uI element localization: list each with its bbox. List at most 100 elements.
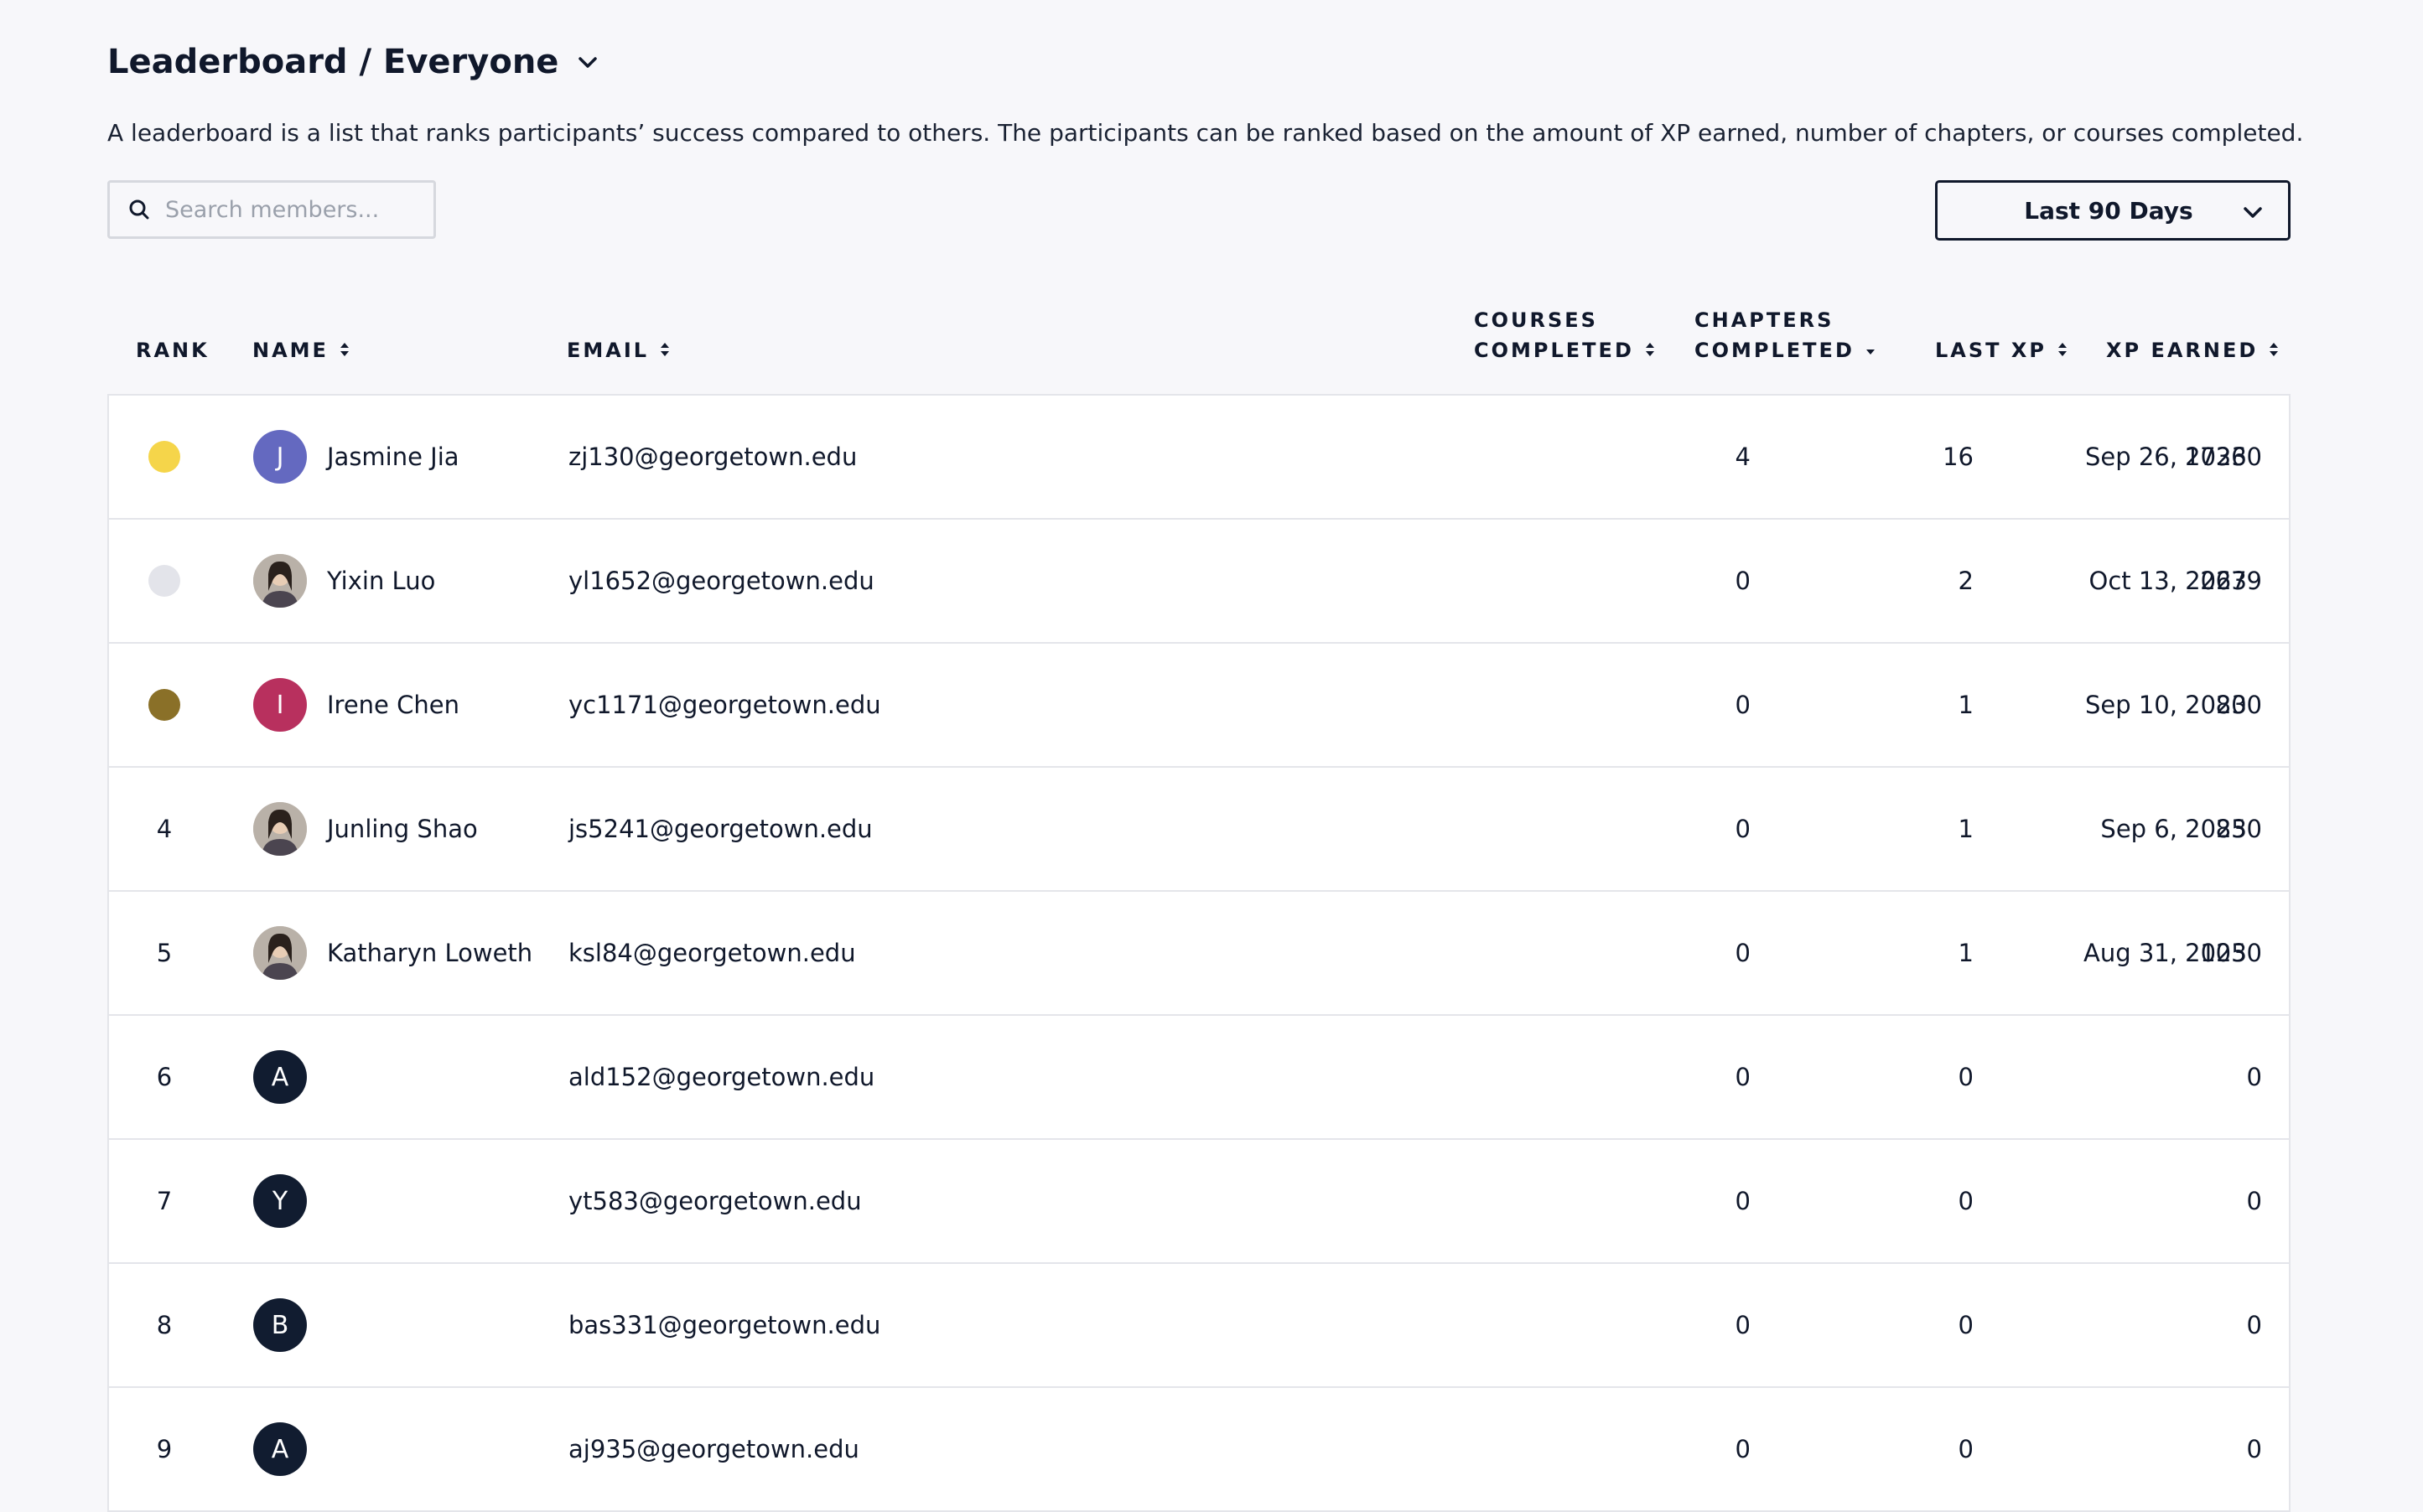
- member-name: Irene Chen: [327, 691, 459, 719]
- chapters-completed: 16: [1943, 443, 1974, 471]
- member-email: zj130@georgetown.edu: [568, 443, 858, 471]
- rank-cell: [137, 396, 191, 518]
- rank-cell: 7: [156, 1187, 173, 1215]
- sort-icon[interactable]: [1644, 340, 1656, 359]
- column-header-last-xp[interactable]: LAST XP: [1935, 335, 2068, 365]
- member-email: ald152@georgetown.edu: [568, 1063, 875, 1091]
- avatar-cell: A: [253, 1016, 307, 1138]
- courses-completed: 0: [1735, 691, 1751, 719]
- avatar: A: [253, 1422, 307, 1476]
- chapters-completed: 0: [1958, 1187, 1974, 1215]
- avatar: I: [253, 678, 307, 732]
- courses-completed: 0: [1735, 1311, 1751, 1339]
- courses-completed: 4: [1735, 443, 1751, 471]
- courses-completed: 0: [1735, 1187, 1751, 1215]
- rank-cell: [137, 520, 191, 642]
- avatar-photo: [253, 926, 307, 980]
- sort-icon[interactable]: [339, 340, 350, 359]
- column-label: COMPLETED: [1474, 339, 1634, 362]
- table-row[interactable]: J Jasmine Jia zj130@georgetown.edu 4 16 …: [109, 396, 2289, 520]
- chapters-completed: 1: [1958, 815, 1974, 843]
- person-photo-icon: [253, 926, 307, 980]
- avatar-cell: Y: [253, 1140, 307, 1262]
- table-row[interactable]: I Irene Chen yc1171@georgetown.edu 0 1 S…: [109, 644, 2289, 768]
- column-header-name[interactable]: NAME: [252, 335, 350, 365]
- column-label: NAME: [252, 339, 329, 362]
- courses-completed: 0: [1735, 1435, 1751, 1463]
- sort-icon[interactable]: [659, 340, 671, 359]
- chapters-completed: 2: [1958, 567, 1974, 595]
- person-photo-icon: [253, 802, 307, 856]
- column-label: COMPLETED: [1694, 339, 1855, 362]
- gold-medal-icon: [148, 441, 180, 473]
- rank-cell: [137, 644, 191, 766]
- avatar: Y: [253, 1174, 307, 1228]
- column-header-email[interactable]: EMAIL: [567, 335, 671, 365]
- member-email: bas331@georgetown.edu: [568, 1311, 881, 1339]
- xp-earned: 850: [2215, 815, 2262, 843]
- column-header-courses[interactable]: COURSES COMPLETED: [1474, 305, 1656, 365]
- column-label: EMAIL: [567, 339, 650, 362]
- column-label: CHAPTERS: [1694, 308, 1834, 332]
- chapters-completed: 1: [1958, 939, 1974, 967]
- search-input[interactable]: [163, 195, 418, 224]
- table-header: RANK NAME EMAIL COURSES COMPLETED CHAPTE…: [107, 302, 2291, 394]
- member-name: Junling Shao: [327, 815, 478, 843]
- period-label: Last 90 Days: [2024, 196, 2193, 225]
- page-header: Leaderboard / Everyone: [107, 39, 599, 85]
- xp-earned: 1050: [2200, 939, 2262, 967]
- avatar-photo: [253, 554, 307, 608]
- table-row[interactable]: 9 A aj935@georgetown.edu 0 0 0: [109, 1388, 2289, 1512]
- member-name: Katharyn Loweth: [327, 939, 533, 967]
- silver-medal-icon: [148, 565, 180, 597]
- rank-cell: 8: [156, 1311, 173, 1339]
- courses-completed: 0: [1735, 1063, 1751, 1091]
- xp-earned: 800: [2215, 691, 2262, 719]
- table-row[interactable]: 5 Katharyn Loweth ksl84@georgetown.edu 0…: [109, 892, 2289, 1016]
- sort-icon[interactable]: [2057, 340, 2068, 359]
- rank-cell: 4: [156, 815, 173, 843]
- avatar-cell: [253, 520, 307, 642]
- table-row[interactable]: 8 B bas331@georgetown.edu 0 0 0: [109, 1264, 2289, 1388]
- member-email: yt583@georgetown.edu: [568, 1187, 862, 1215]
- member-name: Yixin Luo: [327, 567, 436, 595]
- avatar: B: [253, 1298, 307, 1352]
- courses-completed: 0: [1735, 815, 1751, 843]
- sort-desc-icon[interactable]: [1865, 340, 1876, 359]
- column-label: RANK: [136, 339, 210, 362]
- table-row[interactable]: 6 A ald152@georgetown.edu 0 0 0: [109, 1016, 2289, 1140]
- sort-icon[interactable]: [2268, 340, 2280, 359]
- member-email: yl1652@georgetown.edu: [568, 567, 874, 595]
- xp-earned: 0: [2246, 1187, 2262, 1215]
- table-row[interactable]: Yixin Luo yl1652@georgetown.edu 0 2 Oct …: [109, 520, 2289, 644]
- avatar-cell: A: [253, 1388, 307, 1510]
- table-row[interactable]: 4 Junling Shao js5241@georgetown.edu 0 1…: [109, 768, 2289, 892]
- courses-completed: 0: [1735, 567, 1751, 595]
- search-box[interactable]: [107, 180, 436, 239]
- avatar-cell: I: [253, 644, 307, 766]
- table-row[interactable]: 7 Y yt583@georgetown.edu 0 0 0: [109, 1140, 2289, 1264]
- leaderboard-table: J Jasmine Jia zj130@georgetown.edu 4 1 6 …: [107, 394, 2291, 1512]
- member-email: aj935@georgetown.edu: [568, 1435, 859, 1463]
- member-email: yc1171@georgetown.edu: [568, 691, 881, 719]
- xp-earned: 2679: [2200, 567, 2262, 595]
- person-photo-icon: [253, 554, 307, 608]
- chevron-down-icon[interactable]: [577, 51, 599, 73]
- page-title: Leaderboard / Everyone: [107, 43, 559, 81]
- chapters-completed: 0: [1958, 1063, 1974, 1091]
- avatar-cell: J: [253, 396, 307, 518]
- chevron-down-icon: [2241, 201, 2265, 225]
- column-header-chapters[interactable]: CHAPTERS COMPLETED: [1694, 305, 1876, 365]
- rank-cell: 6: [156, 1063, 173, 1091]
- xp-earned: 0: [2246, 1435, 2262, 1463]
- page-description: A leaderboard is a list that ranks parti…: [107, 119, 2304, 147]
- courses-completed: 0: [1735, 939, 1751, 967]
- period-dropdown[interactable]: Last 90 Days: [1935, 180, 2291, 241]
- xp-earned: 0: [2246, 1063, 2262, 1091]
- column-header-xp-earned[interactable]: XP EARNED: [2106, 335, 2280, 365]
- avatar-cell: [253, 892, 307, 1014]
- column-label: LAST XP: [1935, 339, 2047, 362]
- chapters-completed: 1: [1958, 691, 1974, 719]
- xp-earned: 17360: [2184, 443, 2262, 471]
- rank-cell: 9: [156, 1435, 173, 1463]
